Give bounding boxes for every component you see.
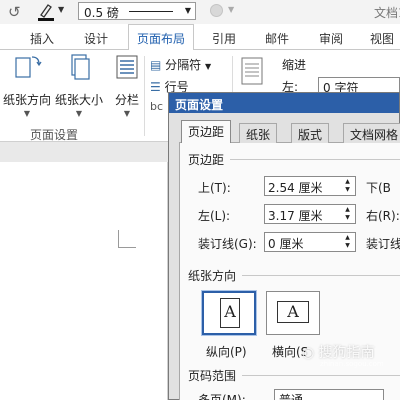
document-title: 文档1 bbox=[374, 6, 400, 20]
chevron-down-icon: ▼ bbox=[123, 109, 131, 118]
margin-corner-mark bbox=[118, 230, 136, 248]
tab-document-grid[interactable]: 文档网格 bbox=[343, 123, 400, 143]
paper-size-icon bbox=[54, 52, 104, 85]
tab-insert[interactable]: 插入 bbox=[30, 30, 54, 47]
margins-section-title: 页边距 bbox=[188, 153, 225, 167]
hyphenation-icon: bc bbox=[150, 100, 164, 113]
columns-button[interactable]: 分栏 ▼ bbox=[110, 52, 144, 118]
tab-mailings[interactable]: 邮件 bbox=[265, 30, 289, 47]
line-numbers-icon: ☰ bbox=[150, 80, 161, 94]
multipage-value: 普通 bbox=[279, 393, 304, 400]
line-sample bbox=[129, 11, 173, 12]
section-divider bbox=[242, 375, 400, 376]
shape-effects-dropdown-icon[interactable]: ▼ bbox=[228, 5, 234, 14]
tab-page-layout[interactable]: 页面布局 bbox=[128, 24, 195, 51]
portrait-label: 纵向(P) bbox=[206, 345, 247, 359]
undo-icon[interactable]: ↺ bbox=[8, 3, 21, 21]
gutter-input[interactable]: 0 厘米 ▲ ▼ bbox=[264, 232, 356, 252]
chevron-down-icon: ▼ bbox=[75, 109, 83, 118]
right-margin-label: 右(R): bbox=[366, 209, 400, 223]
pen-color-icon[interactable] bbox=[36, 1, 56, 21]
columns-label: 分栏 bbox=[114, 93, 139, 107]
section-divider bbox=[242, 275, 400, 276]
portrait-option[interactable]: A bbox=[201, 290, 257, 336]
left-margin-label: 左(L): bbox=[198, 209, 231, 223]
chevron-down-icon: ▼ bbox=[205, 62, 212, 71]
quick-toolbar: ↺ ▼ 0.5 磅 ▼ ▼ 文档1 bbox=[0, 0, 400, 24]
shape-effects-icon[interactable] bbox=[210, 4, 223, 17]
watermark: ◉ 搜狗指南 bbox=[302, 342, 375, 362]
orientation-button[interactable]: 纸张方向 ▼ bbox=[2, 52, 52, 118]
line-weight-value: 0.5 磅 bbox=[84, 6, 119, 20]
gutter-value: 0 厘米 bbox=[268, 237, 304, 251]
watermark-text: 搜狗指南 bbox=[318, 345, 375, 361]
breaks-icon: ▤ bbox=[150, 58, 162, 72]
pen-color-dropdown-icon[interactable]: ▼ bbox=[58, 5, 64, 14]
top-margin-value: 2.54 厘米 bbox=[268, 181, 323, 195]
dialog-tabs: 页边距 纸张 版式 文档网格 bbox=[179, 120, 400, 144]
multipage-label: 多页(M): bbox=[198, 393, 246, 400]
chevron-down-icon: ▼ bbox=[184, 6, 191, 15]
portrait-icon: A bbox=[220, 298, 240, 328]
group-divider bbox=[144, 56, 145, 136]
multipage-select[interactable]: 普通 bbox=[274, 389, 384, 400]
tab-layout[interactable]: 版式 bbox=[291, 123, 330, 143]
top-margin-label: 上(T): bbox=[198, 181, 231, 195]
left-margin-input[interactable]: 3.17 厘米 ▲ ▼ bbox=[264, 204, 356, 224]
orientation-label: 纸张方向 bbox=[2, 93, 51, 107]
tab-design[interactable]: 设计 bbox=[84, 30, 108, 47]
chevron-down-icon: ▼ bbox=[23, 109, 31, 118]
orientation-section-title: 纸张方向 bbox=[188, 269, 237, 283]
watermark-url: zhinan.sogou.com bbox=[320, 360, 384, 368]
indent-heading: 缩进 bbox=[282, 58, 307, 72]
tab-margins[interactable]: 页边距 bbox=[181, 120, 232, 144]
breaks-label: 分隔符 bbox=[165, 58, 202, 72]
top-margin-input[interactable]: 2.54 厘米 ▲ ▼ bbox=[264, 176, 356, 196]
paragraph-settings-icon[interactable] bbox=[240, 56, 264, 89]
line-weight-select[interactable]: 0.5 磅 ▼ bbox=[78, 2, 196, 20]
tab-review[interactable]: 审阅 bbox=[319, 30, 343, 47]
tab-view[interactable]: 视图 bbox=[370, 30, 394, 47]
size-label: 纸张大小 bbox=[54, 93, 103, 107]
breaks-button[interactable]: ▤ 分隔符 ▼ bbox=[150, 56, 211, 73]
size-button[interactable]: 纸张大小 ▼ bbox=[54, 52, 104, 118]
group-label-page-setup: 页面设置 bbox=[30, 128, 79, 142]
gutter-position-label: 装订线 bbox=[366, 237, 400, 251]
spinner-arrows[interactable]: ▲ ▼ bbox=[341, 206, 354, 222]
document-page[interactable] bbox=[0, 162, 168, 400]
spinner-arrows[interactable]: ▲ ▼ bbox=[341, 178, 354, 194]
tab-references[interactable]: 引用 bbox=[212, 30, 236, 47]
columns-icon bbox=[110, 52, 144, 85]
hyphenation-button[interactable]: bc bbox=[150, 100, 163, 113]
spinner-arrows[interactable]: ▲ ▼ bbox=[341, 234, 354, 250]
bottom-margin-label: 下(B bbox=[366, 181, 391, 195]
orientation-icon bbox=[2, 52, 52, 85]
left-margin-value: 3.17 厘米 bbox=[268, 209, 323, 223]
landscape-option[interactable]: A bbox=[266, 291, 320, 335]
page-range-section-title: 页码范围 bbox=[188, 369, 237, 383]
landscape-icon: A bbox=[277, 301, 309, 323]
gutter-label: 装订线(G): bbox=[198, 237, 257, 251]
watermark-logo-icon: ◉ bbox=[302, 345, 315, 361]
tab-paper[interactable]: 纸张 bbox=[239, 123, 278, 143]
ribbon-tabs: 插入 设计 页面布局 引用 邮件 审阅 视图 bbox=[0, 24, 400, 51]
section-divider bbox=[230, 159, 400, 160]
dialog-title: 页面设置 bbox=[169, 93, 399, 113]
